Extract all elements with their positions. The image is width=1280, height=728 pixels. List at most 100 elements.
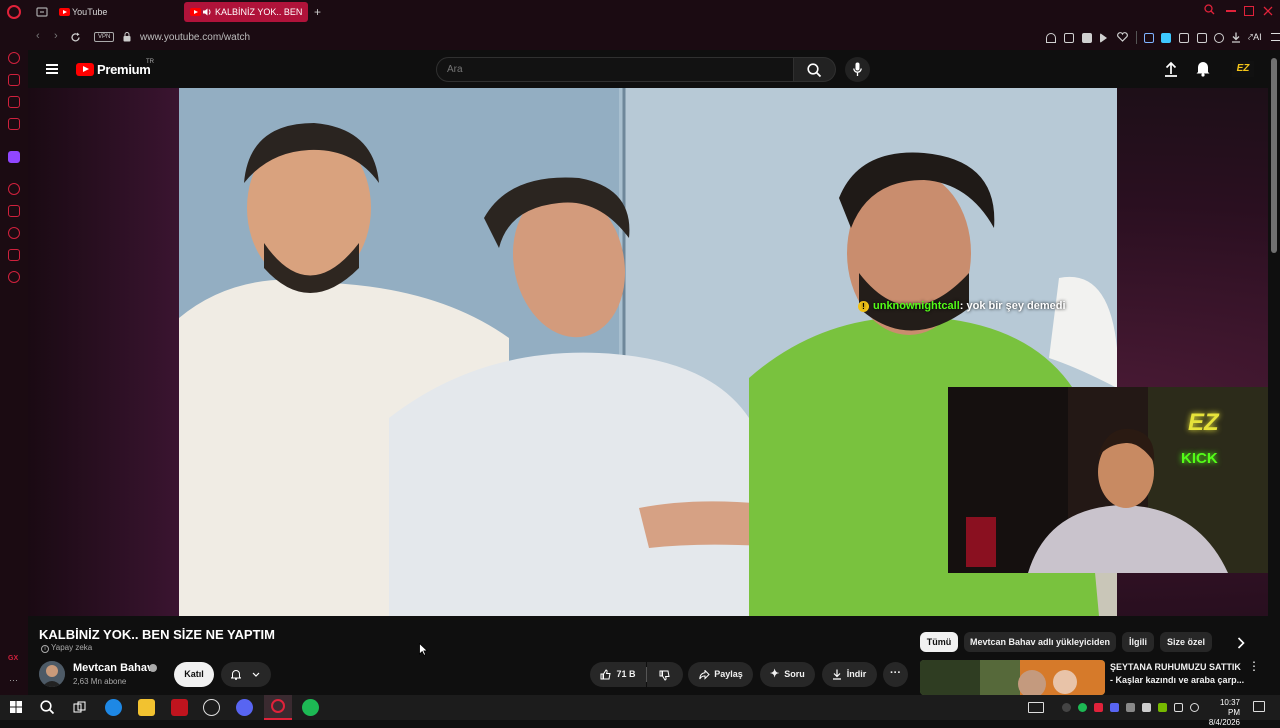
steam-icon[interactable] [203, 699, 220, 716]
search-button[interactable] [794, 57, 836, 82]
search-tabs-icon[interactable] [1204, 4, 1215, 15]
opera-tray-icon[interactable] [1094, 703, 1103, 712]
voice-search-button[interactable] [845, 57, 870, 82]
app-icon[interactable] [171, 699, 188, 716]
recommendation-thumbnail[interactable] [920, 660, 1105, 695]
webcam-image [948, 387, 1280, 573]
tray-icon[interactable] [1062, 703, 1071, 712]
close-icon[interactable] [1263, 6, 1273, 16]
tab-overview-icon[interactable] [36, 6, 48, 18]
page-scrollbar[interactable] [1268, 50, 1280, 695]
tab-youtube[interactable]: YouTube [56, 2, 176, 22]
keyboard-icon[interactable] [1028, 702, 1044, 713]
opera-logo-icon[interactable] [7, 5, 21, 19]
discord-icon[interactable] [236, 699, 253, 716]
ai-tag[interactable]: i Yapay zeka [41, 643, 92, 653]
bell-icon [231, 670, 241, 680]
discord-tray-icon[interactable] [1110, 703, 1119, 712]
extension-icon[interactable] [1179, 33, 1189, 43]
vpn-badge[interactable]: VPN [94, 32, 115, 42]
steam-tray-icon[interactable] [1126, 703, 1135, 712]
lock-icon[interactable] [8, 74, 20, 86]
settings-icon[interactable] [8, 271, 20, 283]
taskbar-opera-active[interactable] [264, 695, 292, 720]
player-icon[interactable] [8, 183, 20, 195]
chip-for-you[interactable]: Size özel [1160, 632, 1212, 652]
chip-uploader[interactable]: Mevtcan Bahav adlı yükleyiciden [964, 632, 1116, 652]
search-box[interactable] [436, 57, 794, 82]
search-input[interactable] [437, 58, 793, 81]
aria-ai-button[interactable]: ⤤AI [1248, 32, 1262, 43]
easy-setup-icon[interactable] [1271, 33, 1280, 41]
recommendation-title[interactable]: ŞEYTANA RUHUMUZU SATTIK - Kaşlar kazındı… [1110, 661, 1250, 687]
lock-icon[interactable] [123, 32, 131, 42]
taskbar-clock[interactable]: 10:37 PM 8/4/2026 [1206, 698, 1240, 728]
menu-icon[interactable] [46, 64, 58, 74]
tab-label: YouTube [72, 7, 108, 17]
chevron-right-icon[interactable] [1237, 637, 1245, 649]
like-button[interactable]: 71 B [590, 662, 646, 687]
translate-icon[interactable] [1161, 33, 1171, 43]
join-button[interactable]: Katıl [174, 662, 214, 687]
channel-avatar[interactable] [39, 661, 65, 687]
notification-toggle-button[interactable] [221, 662, 271, 687]
account-icon[interactable] [1214, 33, 1224, 43]
download-button[interactable]: İndir [822, 662, 877, 687]
minimize-icon[interactable] [1226, 10, 1236, 12]
nvidia-tray-icon[interactable] [1158, 703, 1167, 712]
ai-tag-label: Yapay zeka [51, 643, 93, 652]
upload-icon[interactable] [1164, 61, 1178, 77]
scrollbar-thumb[interactable] [1271, 58, 1277, 253]
more-actions-button[interactable]: ··· [883, 662, 908, 687]
spotify-icon[interactable] [302, 699, 319, 716]
extensions-icon[interactable] [8, 249, 20, 261]
aria-icon[interactable] [8, 52, 20, 64]
forward-icon[interactable]: › [54, 30, 58, 42]
pin-icon[interactable] [1046, 33, 1056, 43]
premium-logo-text[interactable]: Premium [97, 62, 151, 77]
sidebar-more-icon[interactable]: ··· [9, 675, 18, 685]
tab-video[interactable]: KALBİNİZ YOK.. BEN Sİ [184, 2, 308, 37]
pinboard-icon[interactable] [8, 118, 20, 130]
edge-icon[interactable] [105, 699, 122, 716]
shield-icon[interactable] [1082, 33, 1092, 43]
bookmark-icon[interactable] [8, 205, 20, 217]
url-field[interactable]: www.youtube.com/watch [140, 32, 250, 43]
dislike-button[interactable] [647, 662, 683, 687]
notification-center-icon[interactable] [1253, 701, 1265, 712]
microphone-tray-icon[interactable] [1142, 703, 1151, 712]
file-explorer-icon[interactable] [138, 699, 155, 716]
messenger-icon[interactable] [8, 96, 20, 108]
speaker-icon[interactable] [203, 8, 212, 16]
network-icon[interactable] [1174, 703, 1183, 712]
snapshot-icon[interactable] [1064, 33, 1074, 43]
windows-start-icon[interactable] [10, 701, 22, 713]
taskbar-search-icon[interactable] [40, 700, 55, 715]
chip-related[interactable]: İlgili [1122, 632, 1154, 652]
notifications-bell-icon[interactable] [1196, 60, 1210, 77]
download-icon[interactable] [1231, 32, 1241, 43]
play-icon[interactable] [1100, 33, 1107, 43]
recommendation-menu-icon[interactable]: ⋮ [1248, 660, 1260, 672]
share-button[interactable]: Paylaş [688, 662, 753, 687]
gx-icon[interactable]: GX [8, 655, 18, 662]
puzzle-icon[interactable] [1197, 33, 1207, 43]
history-icon[interactable] [8, 227, 20, 239]
chip-all[interactable]: Tümü [920, 632, 958, 652]
ask-button[interactable]: ✦ Soru [760, 662, 815, 687]
audio-icon[interactable] [1144, 33, 1154, 43]
spotify-tray-icon[interactable] [1078, 703, 1087, 712]
youtube-logo-icon[interactable] [76, 63, 94, 76]
heart-icon[interactable] [1117, 32, 1128, 42]
volume-icon[interactable] [1190, 703, 1199, 712]
new-tab-button[interactable]: + [314, 5, 321, 19]
channel-name[interactable]: Mevtcan Bahav [73, 662, 153, 674]
task-view-icon[interactable] [73, 701, 86, 714]
youtube-tab-icon [190, 8, 201, 16]
reload-icon[interactable] [70, 32, 81, 43]
profile-avatar[interactable]: EZ [1232, 61, 1254, 77]
back-icon[interactable]: ‹ [36, 30, 40, 42]
maximize-icon[interactable] [1244, 6, 1254, 16]
twitch-icon[interactable] [8, 151, 20, 163]
microphone-icon [853, 62, 862, 76]
